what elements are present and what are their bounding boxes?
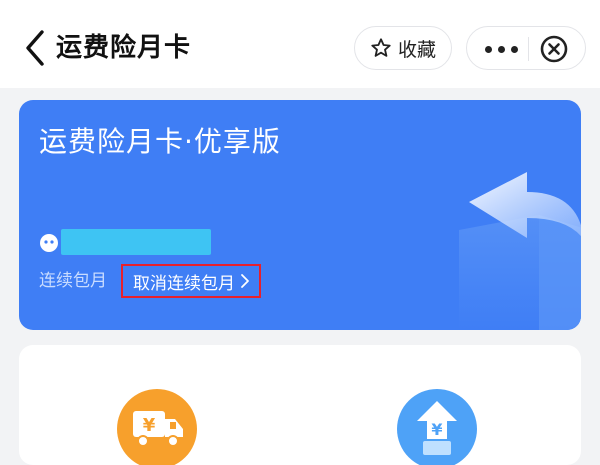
close-button[interactable] (539, 34, 569, 64)
truck-yuan-icon[interactable]: ¥ (117, 389, 197, 465)
return-arrow-box-icon (459, 172, 581, 330)
mini-program-capsule (466, 26, 586, 70)
top-nav-bar: 运费险月卡 收藏 (0, 0, 600, 88)
more-button[interactable] (481, 37, 521, 61)
capsule-divider (528, 37, 529, 61)
chevron-left-icon (26, 30, 44, 66)
renew-label: 连续包月 (39, 271, 107, 291)
upload-yuan-icon[interactable]: ¥ (397, 389, 477, 465)
masked-username (61, 229, 211, 255)
chevron-right-icon (241, 274, 249, 288)
avatar-icon (40, 234, 58, 252)
more-dots-icon (484, 45, 492, 53)
svg-text:¥: ¥ (143, 415, 156, 436)
svg-text:¥: ¥ (431, 420, 442, 439)
back-button[interactable] (18, 28, 52, 68)
star-icon (371, 38, 391, 57)
page-title: 运费险月卡 (56, 33, 192, 63)
favorite-label: 收藏 (397, 38, 436, 61)
membership-card: 运费险月卡·优享版 连续包月 取消连续包月 (19, 100, 581, 330)
cancel-renewal-link[interactable]: 取消连续包月 (121, 264, 261, 298)
features-panel: ¥ ¥ (19, 345, 581, 465)
close-circle-icon (540, 35, 568, 63)
cancel-renewal-label: 取消连续包月 (133, 273, 235, 294)
card-title: 运费险月卡·优享版 (39, 125, 281, 158)
favorite-button[interactable]: 收藏 (354, 26, 452, 70)
